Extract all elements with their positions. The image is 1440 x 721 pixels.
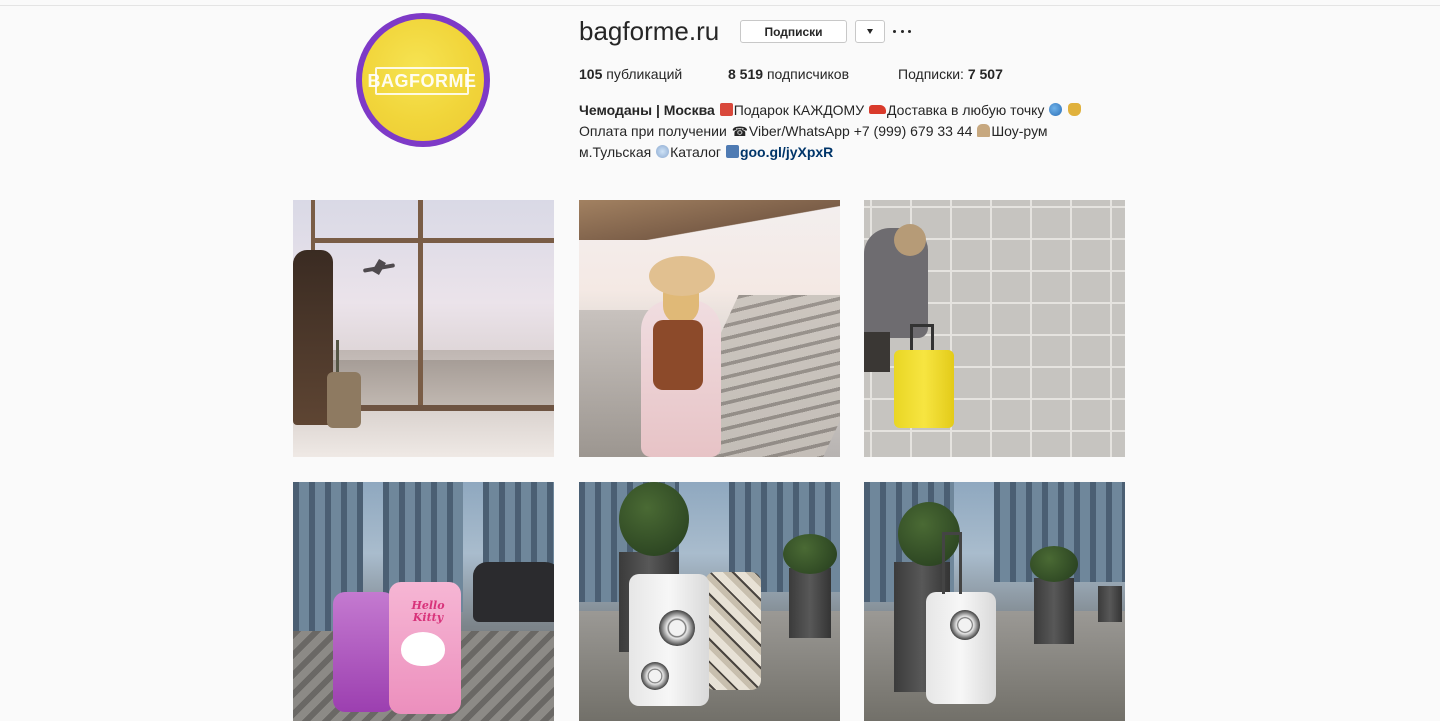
bio-name: Чемоданы | Москва xyxy=(579,102,715,118)
phone-icon: ☎ xyxy=(731,124,748,139)
avatar-logo-text: BAGFORME xyxy=(368,67,476,95)
following-stat[interactable]: Подписки: 7 507 xyxy=(898,65,1003,83)
delivery-truck-icon xyxy=(869,105,887,114)
bio-metro-text: м.Тульская xyxy=(579,144,652,160)
bio-gift-text: Подарок КАЖДОМУ xyxy=(733,102,865,118)
gift-icon xyxy=(719,103,733,116)
bio-line-3: м.Тульская Каталог goo.gl/jyXpxR xyxy=(579,142,1139,163)
followers-stat[interactable]: 8 519 подписчиков xyxy=(728,65,849,83)
bio-delivery-text: Доставка в любую точку xyxy=(887,102,1045,118)
posts-count: 105 xyxy=(579,66,603,82)
profile-username: bagforme.ru xyxy=(579,16,720,46)
suggestions-dropdown-button[interactable] xyxy=(855,20,885,43)
following-count: 7 507 xyxy=(967,66,1003,82)
bio-catalog-text: Каталог xyxy=(670,144,722,160)
post-thumbnail-3[interactable] xyxy=(864,200,1125,457)
bio-website-link[interactable]: goo.gl/jyXpxR xyxy=(740,144,833,160)
post-thumbnail-5[interactable] xyxy=(579,482,840,721)
bio-phone-text: Viber/WhatsApp +7 (999) 679 33 44 xyxy=(748,123,973,139)
hello-kitty-text: Hello Kitty xyxy=(411,599,445,624)
avatar-image: BAGFORME xyxy=(362,19,484,141)
post-thumbnail-2[interactable] xyxy=(579,200,840,457)
post-thumbnail-6[interactable] xyxy=(864,482,1125,721)
house-icon xyxy=(977,124,991,137)
more-dots-icon[interactable] xyxy=(893,24,911,38)
following-label: Подписки: xyxy=(898,66,964,82)
posts-stat: 105 публикаций xyxy=(579,65,682,83)
bio-line-1: Чемоданы | Москва Подарок КАЖДОМУ Достав… xyxy=(579,100,1139,121)
posts-label: публикаций xyxy=(606,66,683,82)
following-button[interactable]: Подписки xyxy=(740,20,847,43)
top-divider xyxy=(0,5,1440,6)
bio-showroom-text: Шоу-рум xyxy=(991,123,1048,139)
post-thumbnail-1[interactable] xyxy=(293,200,554,457)
profile-bio: Чемоданы | Москва Подарок КАЖДОМУ Достав… xyxy=(579,100,1139,163)
post-thumbnail-4[interactable]: Hello Kitty xyxy=(293,482,554,721)
bio-payment-text: Оплата при получении xyxy=(579,123,727,139)
bio-line-2: Оплата при получении ☎Viber/WhatsApp +7 … xyxy=(579,121,1139,142)
money-bag-icon xyxy=(1068,103,1082,116)
profile-avatar[interactable]: BAGFORME xyxy=(356,13,490,147)
web-globe-icon xyxy=(656,145,670,158)
chevron-down-icon xyxy=(867,29,873,34)
followers-label: подписчиков xyxy=(766,66,850,82)
followers-count: 8 519 xyxy=(728,66,764,82)
arrow-right-icon xyxy=(725,145,739,158)
globe-icon xyxy=(1049,103,1063,116)
